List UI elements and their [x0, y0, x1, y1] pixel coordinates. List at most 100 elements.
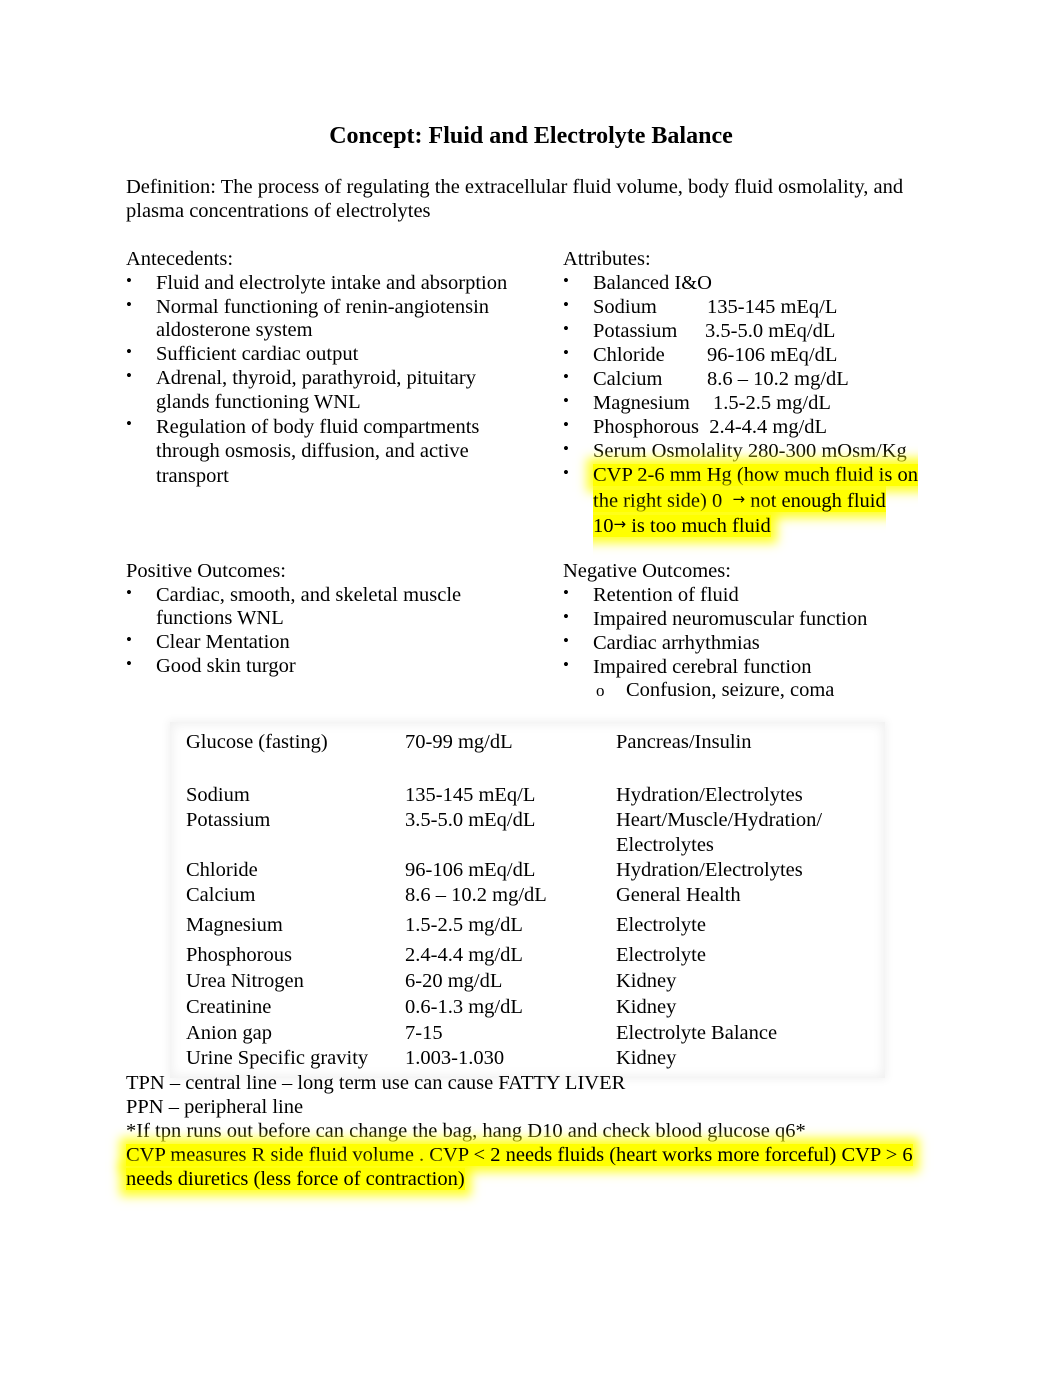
table-cell: 135-145 mEq/L: [405, 784, 536, 806]
bullet-icon: •: [563, 391, 569, 411]
bullet-icon: •: [563, 342, 569, 362]
table-row: Glucose (fasting) 70-99 mg/dL Pancreas/I…: [186, 730, 886, 783]
attributes-section: Attributes: • Balanced I&O • Sodium 135-145…: [563, 247, 953, 539]
antecedents-list: • Fluid and electrolyte intake and absorp…: [126, 270, 526, 489]
list-item: • Sodium 135-145 mEq/L: [563, 294, 838, 318]
list-item: • Balanced I&O: [563, 270, 712, 294]
bullet-icon: •: [563, 439, 569, 459]
list-item: • Impaired neuromuscular function: [563, 606, 868, 630]
list-item: • Adrenal, thyroid, parathyroid, pituitar…: [126, 366, 476, 413]
attributes-heading: Attributes:: [563, 248, 651, 270]
list-item: • Potassium 3.5-5.0 mEq/dL: [563, 318, 836, 342]
bullet-icon: •: [126, 270, 132, 290]
list-item: • Retention of fluid: [563, 582, 739, 606]
table-row: Calcium 8.6 – 10.2 mg/dL General Health: [186, 883, 886, 913]
bullet-icon: •: [126, 342, 132, 362]
table-cell: Hydration/Electrolytes: [616, 784, 803, 806]
ppn-note: PPN – peripheral line: [126, 1096, 304, 1118]
arrow-right-icon: →: [732, 489, 746, 508]
attributes-list: • Balanced I&O • Sodium 135-145 mEq/L • Pota…: [563, 270, 953, 539]
bullet-icon: •: [563, 582, 569, 602]
table-row: Sodium 135-145 mEq/L Hydration/Electroly…: [186, 783, 886, 808]
table-cell: Phosphorous: [186, 944, 292, 966]
list-item: • Calcium 8.6 – 10.2 mg/dL: [563, 366, 849, 390]
table-cell: Anion gap: [186, 1022, 272, 1044]
table-row: Phosphorous 2.4-4.4 mg/dL Electrolyte: [186, 943, 886, 969]
table-row: Urea Nitrogen 6-20 mg/dL Kidney: [186, 969, 886, 995]
definition-paragraph: Definition: The process of regulating th…: [126, 176, 904, 222]
table-cell: Magnesium: [186, 914, 283, 936]
list-item: • Normal functioning of renin-angiotensin…: [126, 294, 490, 342]
table-row: Potassium 3.5-5.0 mEq/dL Heart/Muscle/Hy…: [186, 808, 886, 858]
positive-outcomes-heading: Positive Outcomes:: [126, 560, 287, 582]
table-cell: Heart/Muscle/Hydration/ Electrolytes: [616, 809, 823, 856]
list-item: • Serum Osmolality 280-300 mOsm/Kg: [563, 439, 907, 463]
table-row: Urine Specific gravity 1.003-1.030 Kidne…: [186, 1046, 886, 1071]
table-cell: 96-106 mEq/dL: [405, 859, 536, 881]
table-cell: 1.5-2.5 mg/dL: [405, 914, 523, 936]
bullet-icon: •: [563, 654, 569, 674]
table-cell: Kidney: [616, 970, 677, 992]
list-item: • Good skin turgor: [126, 654, 296, 678]
table-cell: Electrolyte Balance: [616, 1022, 778, 1044]
bullet-icon: •: [126, 582, 132, 602]
table-cell: Kidney: [616, 1047, 677, 1069]
list-item: • Clear Mentation: [126, 630, 290, 654]
table-cell: 1.003-1.030: [405, 1047, 505, 1069]
positive-outcomes-list: • Cardiac, smooth, and skeletal muscle fu…: [126, 582, 526, 679]
bullet-icon: •: [563, 366, 569, 386]
sub-list-item: o Confusion, seizure, coma: [596, 679, 835, 702]
notes-section: TPN – central line – long term use can c…: [126, 1071, 956, 1191]
table-cell: 70-99 mg/dL: [405, 731, 513, 753]
tpn-note: TPN – central line – long term use can c…: [126, 1072, 626, 1094]
negative-outcomes-section: Negative Outcomes: • Retention of fluid •…: [563, 559, 953, 703]
positive-outcomes-section: Positive Outcomes: • Cardiac, smooth, and…: [126, 559, 526, 679]
bullet-icon: •: [563, 463, 569, 483]
table-cell: Creatinine: [186, 996, 272, 1018]
table-cell: Kidney: [616, 996, 677, 1018]
bullet-icon: •: [126, 654, 132, 674]
table-cell: 8.6 – 10.2 mg/dL: [405, 884, 547, 906]
circle-bullet-icon: o: [596, 681, 605, 701]
lab-values-table: Glucose (fasting) 70-99 mg/dL Pancreas/I…: [186, 730, 886, 1071]
table-cell: Urea Nitrogen: [186, 970, 304, 992]
cvp-list-item: • CVP 2-6 mm Hg (how much fluid is on the …: [563, 464, 953, 539]
antecedents-heading: Antecedents:: [126, 248, 234, 270]
table-cell: Potassium: [186, 809, 271, 831]
table-cell: 2.4-4.4 mg/dL: [405, 944, 523, 966]
table-cell: Sodium: [186, 784, 250, 806]
bullet-icon: •: [126, 630, 132, 650]
table-cell: 7-15: [405, 1022, 443, 1044]
table-cell: Electrolyte: [616, 914, 706, 936]
list-item: • Regulation of body fluid compartments t…: [126, 413, 480, 487]
table-cell: Urine Specific gravity: [186, 1047, 369, 1069]
table-cell: 6-20 mg/dL: [405, 970, 503, 992]
table-cell: 0.6-1.3 mg/dL: [405, 996, 523, 1018]
table-cell: Pancreas/Insulin: [616, 731, 752, 753]
table-cell: Hydration/Electrolytes: [616, 859, 803, 881]
table-cell: Chloride: [186, 859, 258, 881]
highlighted-text: needs diuretics (less force of contracti…: [126, 1168, 465, 1190]
table-cell: 3.5-5.0 mEq/dL: [405, 809, 536, 831]
table-row: Creatinine 0.6-1.3 mg/dL Kidney: [186, 995, 886, 1021]
negative-outcomes-list: • Retention of fluid • Impaired neuromuscu…: [563, 582, 953, 703]
table-cell: Calcium: [186, 884, 256, 906]
arrow-right-icon: →: [613, 515, 627, 534]
list-item: • Magnesium 1.5-2.5 mg/dL: [563, 391, 831, 415]
bullet-icon: •: [563, 294, 569, 314]
bullet-icon: •: [126, 413, 132, 433]
table-row: Magnesium 1.5-2.5 mg/dL Electrolyte: [186, 913, 886, 943]
bullet-icon: •: [126, 366, 132, 386]
list-item: • Cardiac, smooth, and skeletal muscle fu…: [126, 582, 462, 630]
bullet-icon: •: [563, 270, 569, 290]
cvp-note: CVP measures R side fluid volume . CVP <…: [126, 1143, 956, 1191]
table-cell: Glucose (fasting): [186, 731, 328, 753]
highlighted-text: CVP measures R side fluid volume . CVP <…: [126, 1144, 913, 1166]
bullet-icon: •: [563, 318, 569, 338]
list-item: • Chloride 96-106 mEq/dL: [563, 342, 838, 366]
bullet-icon: •: [563, 630, 569, 650]
list-item: • Impaired cerebral function o Confusion, …: [563, 654, 953, 703]
tpn-tip-note: *If tpn runs out before can change the b…: [126, 1120, 806, 1142]
negative-outcomes-heading: Negative Outcomes:: [563, 560, 731, 582]
list-item: • Phosphorous 2.4-4.4 mg/dL: [563, 415, 828, 439]
